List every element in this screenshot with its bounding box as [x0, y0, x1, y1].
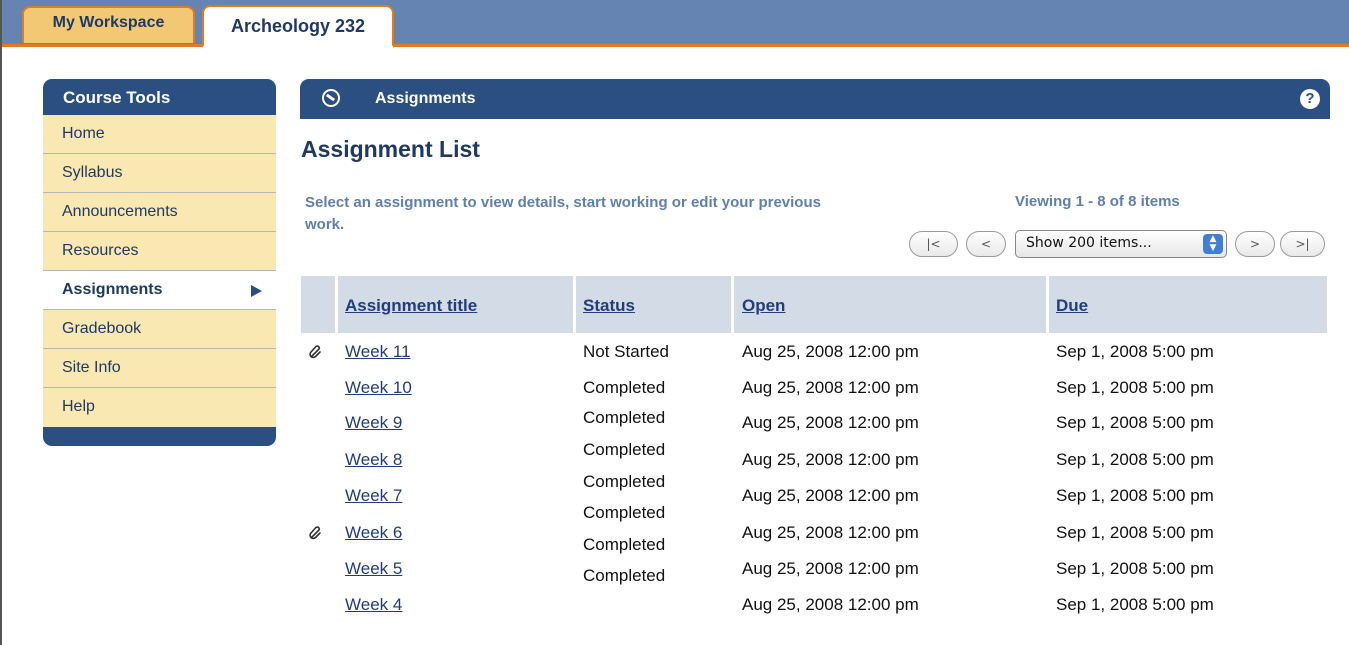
assignment-due-date: Sep 1, 2008 5:00 pm — [1056, 486, 1214, 505]
assignment-due-date: Sep 1, 2008 5:00 pm — [1056, 450, 1214, 469]
assignment-open-date: Aug 25, 2008 12:00 pm — [742, 486, 919, 505]
tool-title-bar: Assignments ? — [300, 79, 1330, 119]
table-header: Assignment title Status Open Due — [301, 276, 1327, 333]
column-divider — [335, 276, 338, 333]
instructions-text: Select an assignment to view details, st… — [305, 194, 821, 233]
page-size-select[interactable]: Show 200 items... ▲ ▼ — [1015, 230, 1227, 258]
page-title: Assignment List — [301, 136, 480, 162]
sidebar-item-label: Assignments — [62, 281, 163, 298]
sidebar-item-label: Announcements — [62, 203, 178, 220]
assignment-title-link[interactable]: Week 11 — [345, 342, 411, 362]
sidebar-item-help[interactable]: Help — [43, 388, 276, 427]
assignment-due-date: Sep 1, 2008 5:00 pm — [1056, 342, 1214, 361]
page-size-value: Show 200 items... — [1026, 235, 1152, 251]
table-row: Week 9 Completed Aug 25, 2008 12:00 pm Sep … — [301, 408, 1327, 449]
sidebar-item-label: Resources — [62, 242, 139, 259]
assignment-open-date: Aug 25, 2008 12:00 pm — [742, 450, 919, 469]
sidebar-item-announcements[interactable]: Announcements — [43, 193, 276, 232]
assignment-title-link[interactable]: Week 7 — [345, 486, 402, 506]
previous-page-button[interactable]: < — [966, 231, 1006, 257]
attachment-icon — [309, 526, 321, 540]
table-row: Week 8 Completed Aug 25, 2008 12:00 pm Sep … — [301, 440, 1327, 486]
assignment-status: Completed — [583, 378, 666, 397]
help-icon[interactable]: ? — [1300, 89, 1320, 109]
sidebar-item-assignments[interactable]: Assignments — [43, 271, 276, 310]
assignment-status: Completed — [583, 472, 666, 491]
sidebar-header: Course Tools — [43, 79, 276, 115]
assignment-title-link[interactable]: Week 4 — [345, 595, 402, 615]
assignment-due-date: Sep 1, 2008 5:00 pm — [1056, 378, 1214, 397]
assignment-open-date: Aug 25, 2008 12:00 pm — [742, 413, 919, 432]
assignment-due-date: Sep 1, 2008 5:00 pm — [1056, 559, 1214, 578]
site-tab-bar: My Workspace Archeology 232 — [2, 0, 1349, 48]
tab-archeology-232[interactable]: Archeology 232 — [202, 5, 394, 48]
sidebar-item-syllabus[interactable]: Syllabus — [43, 154, 276, 193]
table-row: Week 11 Not Started Aug 25, 2008 12:00 pm S… — [301, 342, 1327, 378]
assignment-status: Completed — [583, 408, 666, 427]
sidebar-item-label: Site Info — [62, 359, 121, 376]
assignment-status: Completed — [583, 503, 666, 522]
sidebar-item-label: Syllabus — [62, 164, 123, 181]
last-page-button[interactable]: >| — [1280, 231, 1325, 257]
assignments-icon[interactable] — [322, 89, 340, 107]
assignment-open-date: Aug 25, 2008 12:00 pm — [742, 559, 919, 578]
sidebar-item-gradebook[interactable]: Gradebook — [43, 310, 276, 349]
active-arrow-icon — [251, 285, 262, 297]
course-tools-sidebar: Course Tools Home Syllabus Announcements… — [43, 79, 276, 446]
sidebar-item-site-info[interactable]: Site Info — [43, 349, 276, 388]
assignment-title-link[interactable]: Week 9 — [345, 413, 402, 433]
sidebar-footer — [43, 427, 276, 446]
tab-my-workspace[interactable]: My Workspace — [22, 6, 195, 43]
assignment-due-date: Sep 1, 2008 5:00 pm — [1056, 523, 1214, 542]
assignment-status: Completed — [583, 566, 666, 585]
column-header-status[interactable]: Status — [583, 296, 635, 316]
next-page-button[interactable]: > — [1235, 231, 1275, 257]
column-divider — [573, 276, 576, 333]
column-header-due[interactable]: Due — [1056, 296, 1088, 316]
window-edge — [0, 0, 2, 645]
assignment-open-date: Aug 25, 2008 12:00 pm — [742, 595, 919, 614]
assignment-open-date: Aug 25, 2008 12:00 pm — [742, 523, 919, 542]
table-row: Week 10 Completed Aug 25, 2008 12:00 pm Sep… — [301, 378, 1327, 414]
sidebar-item-label: Home — [62, 125, 105, 142]
column-header-open[interactable]: Open — [742, 296, 785, 316]
select-stepper-icon: ▲ ▼ — [1203, 234, 1223, 254]
viewing-count: Viewing 1 - 8 of 8 items — [1015, 193, 1180, 210]
assignment-title-link[interactable]: Week 10 — [345, 378, 412, 398]
column-divider — [731, 276, 734, 333]
table-row: Week 6 Completed Aug 25, 2008 12:00 pm Sep … — [301, 503, 1327, 559]
assignment-status: Not Started — [583, 342, 669, 361]
assignment-title-link[interactable]: Week 8 — [345, 450, 402, 470]
table-row: Week 7 Completed Aug 25, 2008 12:00 pm Sep … — [301, 472, 1327, 522]
assignment-title-link[interactable]: Week 5 — [345, 559, 402, 579]
column-divider — [1046, 276, 1049, 333]
sidebar-item-label: Help — [62, 398, 95, 415]
sidebar-item-home[interactable]: Home — [43, 115, 276, 154]
column-header-title[interactable]: Assignment title — [345, 296, 477, 316]
assignment-status: Completed — [583, 440, 666, 459]
assignment-due-date: Sep 1, 2008 5:00 pm — [1056, 595, 1214, 614]
assignment-status: Completed — [583, 535, 666, 554]
assignment-open-date: Aug 25, 2008 12:00 pm — [742, 378, 919, 397]
assignment-due-date: Sep 1, 2008 5:00 pm — [1056, 413, 1214, 432]
assignment-title-link[interactable]: Week 6 — [345, 523, 402, 543]
sidebar-item-resources[interactable]: Resources — [43, 232, 276, 271]
attachment-icon — [309, 345, 321, 359]
first-page-button[interactable]: |< — [909, 231, 958, 257]
sidebar-item-label: Gradebook — [62, 320, 142, 337]
tool-title: Assignments — [375, 90, 476, 107]
assignment-open-date: Aug 25, 2008 12:00 pm — [742, 342, 919, 361]
table-row: Week 4 Completed Aug 25, 2008 12:00 pm Sep … — [301, 566, 1327, 631]
table-row: Week 5 Completed Aug 25, 2008 12:00 pm Sep … — [301, 535, 1327, 595]
